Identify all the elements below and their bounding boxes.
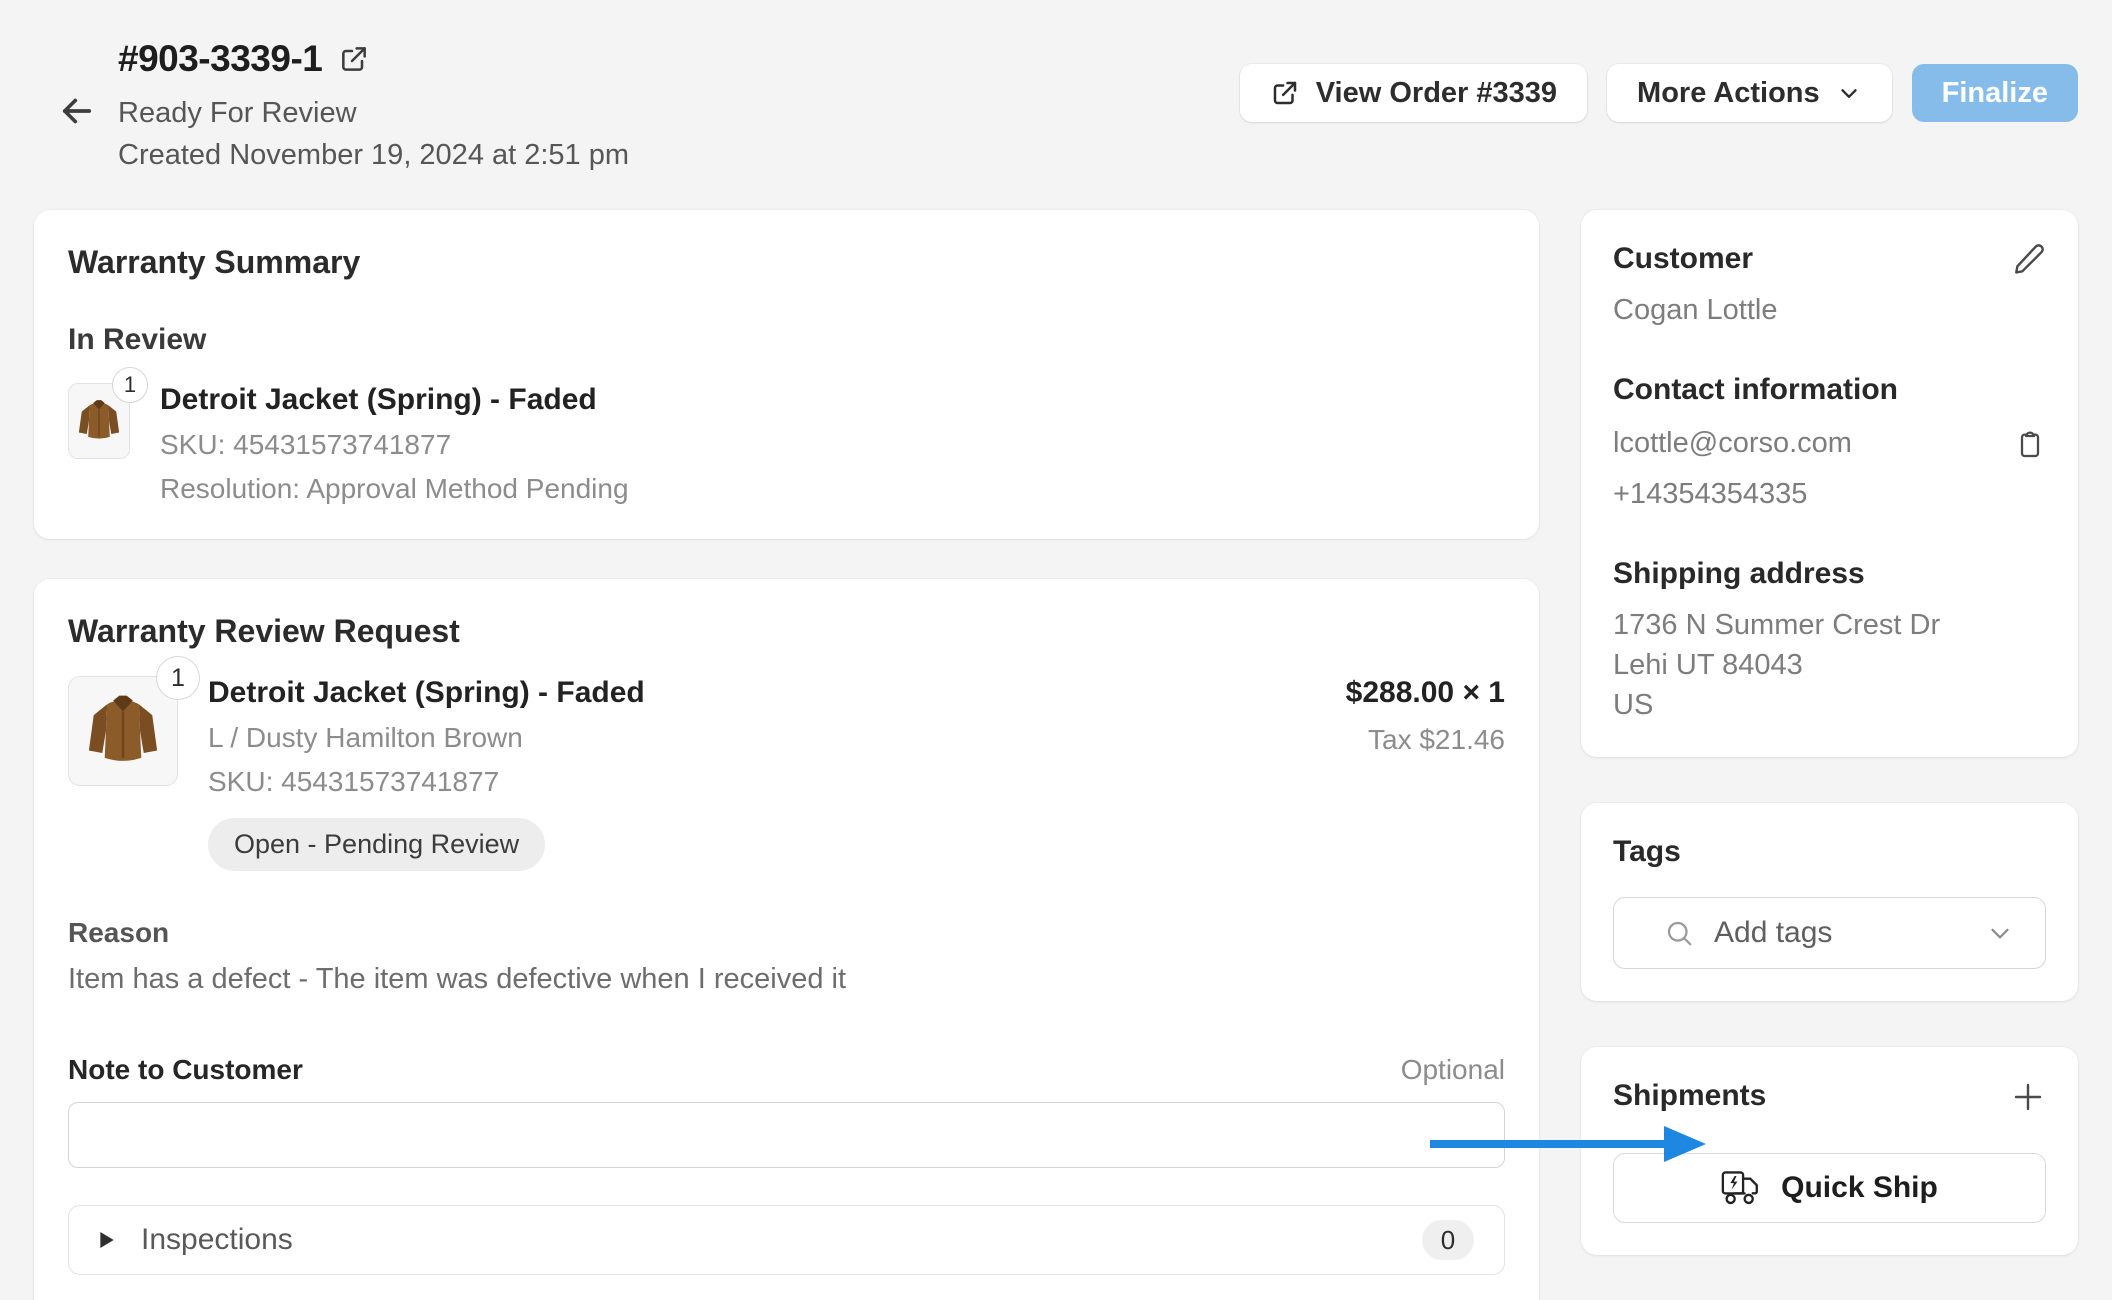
contact-information-title: Contact information — [1613, 373, 2046, 407]
add-tags-input[interactable]: Add tags — [1613, 897, 2046, 969]
note-to-customer-input[interactable] — [68, 1102, 1505, 1168]
item-variant: L / Dusty Hamilton Brown — [208, 722, 1316, 754]
arrow-left-icon — [56, 90, 98, 132]
shipments-title: Shipments — [1613, 1079, 1766, 1113]
quick-ship-truck-icon — [1721, 1170, 1763, 1206]
finalize-button[interactable]: Finalize — [1912, 64, 2078, 122]
optional-label: Optional — [1401, 1054, 1505, 1086]
customer-phone: +14354354335 — [1613, 478, 2046, 511]
jacket-image — [76, 393, 122, 449]
tags-card: Tags Add tags — [1581, 803, 2078, 1001]
tags-title: Tags — [1613, 835, 2046, 869]
pencil-icon — [2012, 242, 2046, 276]
page-header: #903-3339-1 Ready For Review Created Nov… — [0, 0, 2112, 176]
view-order-label: View Order #3339 — [1316, 77, 1557, 110]
inspections-count-badge: 0 — [1422, 1220, 1474, 1260]
reason-label: Reason — [68, 917, 1505, 949]
item-sku: SKU: 45431573741877 — [160, 429, 629, 461]
search-icon — [1664, 918, 1694, 948]
inspections-label: Inspections — [141, 1223, 293, 1257]
caret-right-icon — [99, 1230, 115, 1250]
item-name: Detroit Jacket (Spring) - Faded — [208, 676, 1316, 710]
customer-card: Customer Cogan Lottle Contact informatio… — [1581, 210, 2078, 757]
reason-text: Item has a defect - The item was defecti… — [68, 963, 1505, 996]
request-line-item: 1 Detroit Jacket (Spring) - Faded L / Du… — [68, 676, 1505, 871]
external-link-icon[interactable] — [338, 43, 370, 75]
jacket-image — [84, 687, 162, 775]
warranty-review-request-card: Warranty Review Request — [34, 579, 1539, 1300]
item-name: Detroit Jacket (Spring) - Faded — [160, 383, 629, 417]
add-tags-placeholder: Add tags — [1714, 916, 1832, 950]
quantity-badge: 1 — [156, 656, 200, 700]
view-order-button[interactable]: View Order #3339 — [1240, 64, 1587, 122]
chevron-down-icon — [1836, 80, 1862, 106]
chevron-down-icon — [1985, 918, 2015, 948]
inspections-expander[interactable]: Inspections 0 — [68, 1205, 1505, 1275]
warranty-summary-title: Warranty Summary — [68, 244, 1505, 281]
shipments-card: Shipments — [1581, 1047, 2078, 1255]
customer-title: Customer — [1613, 242, 1753, 276]
external-link-icon — [1270, 78, 1300, 108]
edit-customer-button[interactable] — [2012, 242, 2046, 276]
item-price: $288.00 × 1 — [1346, 676, 1505, 710]
back-button[interactable] — [56, 46, 98, 176]
summary-line-item: 1 Detroit Jacket (Spring) - Faded SKU: 4… — [68, 383, 1505, 505]
warranty-summary-card: Warranty Summary In Review — [34, 210, 1539, 539]
address-line: US — [1613, 685, 2046, 725]
item-sku: SKU: 45431573741877 — [208, 766, 1316, 798]
plus-icon — [2010, 1079, 2046, 1115]
add-shipment-button[interactable] — [2010, 1079, 2046, 1115]
item-tax: Tax $21.46 — [1346, 724, 1505, 756]
quick-ship-label: Quick Ship — [1781, 1171, 1938, 1205]
review-request-title: Warranty Review Request — [68, 613, 1505, 650]
address-line: 1736 N Summer Crest Dr — [1613, 605, 2046, 645]
page-created: Created November 19, 2024 at 2:51 pm — [118, 134, 629, 176]
customer-name: Cogan Lottle — [1613, 294, 2046, 327]
quantity-badge: 1 — [112, 367, 148, 403]
in-review-label: In Review — [68, 323, 1505, 357]
more-actions-label: More Actions — [1637, 77, 1820, 110]
address-line: Lehi UT 84043 — [1613, 645, 2046, 685]
clipboard-icon — [2014, 428, 2046, 460]
page-status: Ready For Review — [118, 92, 629, 134]
customer-email: lcottle@corso.com — [1613, 427, 1852, 460]
item-resolution: Resolution: Approval Method Pending — [160, 473, 629, 505]
status-badge: Open - Pending Review — [208, 818, 545, 871]
note-to-customer-label: Note to Customer — [68, 1054, 303, 1086]
copy-email-button[interactable] — [2014, 428, 2046, 460]
more-actions-button[interactable]: More Actions — [1607, 64, 1892, 122]
quick-ship-button[interactable]: Quick Ship — [1613, 1153, 2046, 1223]
shipping-address-title: Shipping address — [1613, 557, 2046, 591]
page-title: #903-3339-1 — [118, 38, 322, 80]
